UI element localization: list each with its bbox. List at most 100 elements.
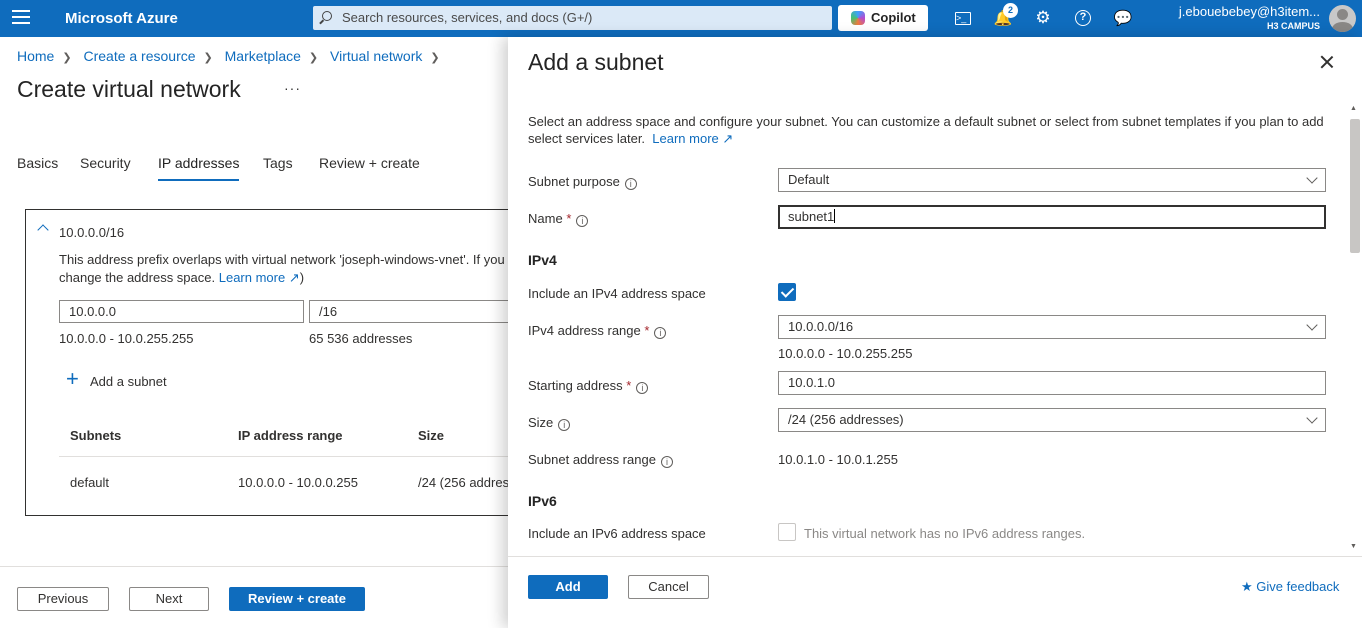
column-subnets: Subnets [70, 428, 122, 443]
info-icon[interactable]: i [624, 178, 637, 190]
add-button[interactable]: Add [528, 575, 608, 599]
help-icon[interactable]: ? [1073, 9, 1093, 27]
copilot-label: Copilot [871, 10, 916, 25]
address-input[interactable]: 10.0.0.0 [59, 300, 304, 323]
learn-more-label: Learn more [218, 270, 286, 285]
give-feedback-label: Give feedback [1256, 579, 1340, 594]
ipv4-range-label: IPv4 address range * i [528, 323, 667, 339]
subnet-name-value: subnet1 [788, 209, 835, 224]
tab-security[interactable]: Security [80, 155, 131, 171]
info-icon[interactable]: i [660, 456, 673, 468]
add-subnet-panel: Add a subnet ▲ ▼ Select an address space… [508, 37, 1362, 628]
starting-address-input[interactable]: 10.0.1.0 [778, 371, 1326, 395]
required-marker: * [644, 323, 650, 338]
size-select[interactable]: /24 (256 addresses) [778, 408, 1326, 432]
label-text: Subnet address range [528, 452, 656, 467]
page-title: Create virtual network [17, 76, 241, 102]
add-subnet-link[interactable]: Add a subnet [90, 374, 167, 389]
prefix-input[interactable]: /16 [309, 300, 529, 323]
close-icon[interactable] [1319, 54, 1335, 70]
chevron-right-icon: ❯ [203, 52, 213, 64]
give-feedback-link[interactable]: ★ Give feedback [1241, 579, 1339, 595]
more-options-icon[interactable]: ··· [284, 80, 301, 96]
search-input[interactable]: Search resources, services, and docs (G+… [313, 6, 832, 30]
subnet-purpose-value: Default [788, 172, 830, 187]
cancel-button[interactable]: Cancel [628, 575, 709, 599]
subnet-default-size: /24 (256 addres [418, 475, 510, 490]
scrollbar-thumb[interactable] [1350, 119, 1360, 253]
subnet-name-input[interactable]: subnet1 [778, 205, 1326, 229]
size-value: /24 (256 addresses) [788, 412, 904, 427]
chevron-right-icon: ❯ [62, 52, 72, 64]
warning-close-paren: ) [299, 270, 305, 285]
external-link-icon: ↗ [288, 270, 300, 285]
subnet-purpose-select[interactable]: Default [778, 168, 1326, 192]
table-divider [59, 456, 529, 457]
subnet-default-link[interactable]: default [70, 475, 109, 490]
warning-text: This address prefix overlaps with virtua… [59, 252, 505, 267]
scroll-down-icon[interactable]: ▼ [1350, 543, 1357, 550]
text-cursor [834, 209, 836, 223]
tab-ip-addresses[interactable]: IP addresses [158, 155, 240, 181]
starting-address-label: Starting address * i [528, 378, 649, 394]
ipv6-note: This virtual network has no IPv6 address… [804, 526, 1086, 541]
info-icon[interactable]: i [636, 382, 649, 394]
tab-review-create[interactable]: Review + create [319, 155, 420, 171]
avatar[interactable] [1329, 5, 1356, 32]
warning-text-2: change the address space. [59, 270, 216, 285]
scroll-up-icon[interactable]: ▲ [1350, 105, 1357, 112]
gear-icon[interactable]: ⚙ [1033, 8, 1053, 27]
ipv4-range-value: 10.0.0.0/16 [788, 319, 854, 334]
size-label: Size i [528, 415, 571, 431]
learn-more-label: Learn more [652, 131, 719, 146]
ipv4-range-select[interactable]: 10.0.0.0/16 [778, 315, 1326, 339]
user-account[interactable]: j.ebouebebey@h3item... H3 CAMPUS [1179, 4, 1320, 31]
panel-title: Add a subnet [528, 49, 664, 75]
review-create-button[interactable]: Review + create [229, 587, 365, 611]
brand-title[interactable]: Microsoft Azure [65, 10, 178, 27]
info-icon[interactable]: i [576, 215, 589, 227]
plus-icon[interactable]: + [66, 368, 79, 390]
copilot-button[interactable]: Copilot [838, 5, 928, 31]
info-icon[interactable]: i [654, 327, 667, 339]
top-bar: Microsoft Azure Search resources, servic… [0, 0, 1362, 37]
label-text: Subnet purpose [528, 174, 620, 189]
include-ipv6-label: Include an IPv6 address space [528, 526, 706, 541]
breadcrumb-create-resource[interactable]: Create a resource [83, 48, 195, 64]
overlap-warning: This address prefix overlaps with virtua… [59, 251, 529, 287]
notification-badge: 2 [1003, 3, 1018, 18]
external-link-icon: ↗ [722, 131, 734, 146]
ipv4-heading: IPv4 [528, 252, 557, 268]
ipv4-range-detail: 10.0.0.0 - 10.0.255.255 [778, 346, 913, 361]
breadcrumb-marketplace[interactable]: Marketplace [225, 48, 301, 64]
search-placeholder: Search resources, services, and docs (G+… [342, 10, 593, 25]
chevron-up-icon[interactable] [37, 224, 49, 236]
chevron-right-icon: ❯ [430, 52, 440, 64]
user-org: H3 CAMPUS [1266, 21, 1320, 31]
ipv6-heading: IPv6 [528, 493, 557, 509]
breadcrumb-home[interactable]: Home [17, 48, 54, 64]
copilot-icon [851, 11, 865, 25]
learn-more-link[interactable]: Learn more ↗ [219, 270, 300, 285]
next-button[interactable]: Next [129, 587, 209, 611]
breadcrumb-virtual-network[interactable]: Virtual network [330, 48, 422, 64]
include-ipv4-checkbox[interactable] [778, 283, 796, 301]
feedback-icon: ★ [1241, 579, 1253, 594]
address-count: 65 536 addresses [309, 331, 413, 346]
label-text: Size [528, 415, 554, 430]
feedback-icon[interactable]: 💬 [1113, 9, 1133, 27]
chevron-down-icon [1306, 172, 1318, 184]
address-range: 10.0.0.0 - 10.0.255.255 [59, 331, 194, 346]
menu-icon[interactable] [12, 10, 30, 26]
cloud-shell-icon[interactable]: >_ [953, 9, 973, 27]
label-text: Starting address [528, 378, 623, 393]
tab-tags[interactable]: Tags [263, 155, 293, 171]
previous-button[interactable]: Previous [17, 587, 109, 611]
learn-more-link[interactable]: Learn more ↗ [652, 131, 733, 146]
subnet-purpose-label: Subnet purpose i [528, 174, 637, 190]
tab-basics[interactable]: Basics [17, 155, 58, 171]
include-ipv6-checkbox[interactable] [778, 523, 796, 541]
label-text: IPv4 address range [528, 323, 641, 338]
info-icon[interactable]: i [558, 419, 571, 431]
column-ip-range: IP address range [238, 428, 343, 443]
